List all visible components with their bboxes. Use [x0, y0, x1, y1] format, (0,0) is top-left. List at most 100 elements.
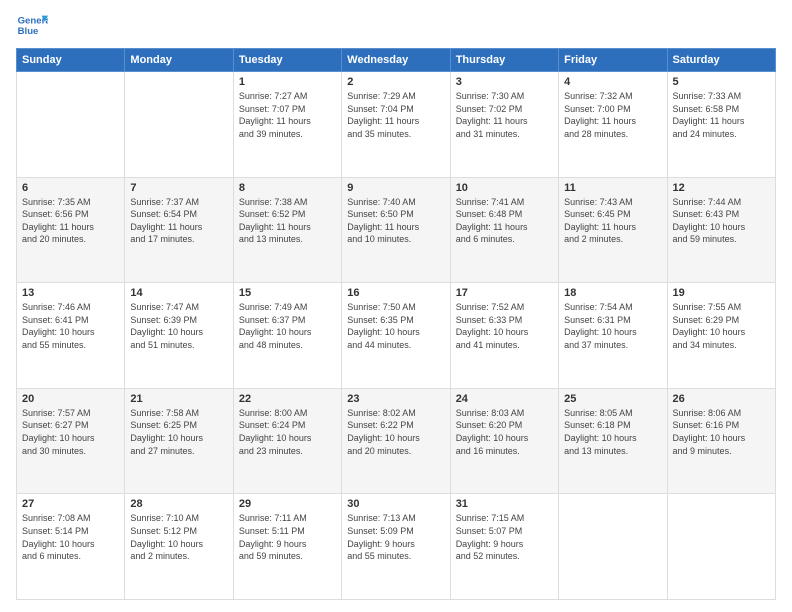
- calendar-cell: 17 Sunrise: 7:52 AM Sunset: 6:33 PM Dayli…: [450, 283, 558, 389]
- day-info: Sunrise: 7:27 AM Sunset: 7:07 PM Dayligh…: [239, 90, 336, 140]
- day-number: 10: [456, 182, 553, 194]
- day-info: Sunrise: 7:50 AM Sunset: 6:35 PM Dayligh…: [347, 301, 444, 351]
- day-number: 27: [22, 498, 119, 510]
- day-info: Sunrise: 8:06 AM Sunset: 6:16 PM Dayligh…: [673, 407, 770, 457]
- day-number: 9: [347, 182, 444, 194]
- day-number: 16: [347, 287, 444, 299]
- day-number: 29: [239, 498, 336, 510]
- calendar-cell: [559, 494, 667, 600]
- calendar-cell: 25 Sunrise: 8:05 AM Sunset: 6:18 PM Dayli…: [559, 388, 667, 494]
- day-number: 1: [239, 76, 336, 88]
- calendar-cell: 9 Sunrise: 7:40 AM Sunset: 6:50 PM Daylig…: [342, 177, 450, 283]
- calendar-cell: 22 Sunrise: 8:00 AM Sunset: 6:24 PM Dayli…: [233, 388, 341, 494]
- calendar-cell: 14 Sunrise: 7:47 AM Sunset: 6:39 PM Dayli…: [125, 283, 233, 389]
- day-number: 25: [564, 393, 661, 405]
- day-info: Sunrise: 7:35 AM Sunset: 6:56 PM Dayligh…: [22, 196, 119, 246]
- col-wednesday: Wednesday: [342, 49, 450, 72]
- day-info: Sunrise: 7:37 AM Sunset: 6:54 PM Dayligh…: [130, 196, 227, 246]
- calendar-cell: 13Sunrise: 7:46 AM Sunset: 6:41 PM Dayli…: [17, 283, 125, 389]
- svg-text:Blue: Blue: [18, 26, 39, 37]
- calendar-cell: 18Sunrise: 7:54 AM Sunset: 6:31 PM Dayli…: [559, 283, 667, 389]
- day-number: 24: [456, 393, 553, 405]
- day-number: 21: [130, 393, 227, 405]
- day-info: Sunrise: 7:08 AM Sunset: 5:14 PM Dayligh…: [22, 512, 119, 562]
- calendar-cell: 24 Sunrise: 8:03 AM Sunset: 6:20 PM Dayli…: [450, 388, 558, 494]
- calendar-cell: 10Sunrise: 7:41 AM Sunset: 6:48 PM Dayli…: [450, 177, 558, 283]
- page: General Blue Sunday Monday Tuesday Wedne…: [0, 0, 792, 612]
- calendar-cell: 7 Sunrise: 7:37 AM Sunset: 6:54 PM Daylig…: [125, 177, 233, 283]
- day-number: 23: [347, 393, 444, 405]
- calendar-cell: 8 Sunrise: 7:38 AM Sunset: 6:52 PM Daylig…: [233, 177, 341, 283]
- day-info: Sunrise: 8:00 AM Sunset: 6:24 PM Dayligh…: [239, 407, 336, 457]
- calendar-table: Sunday Monday Tuesday Wednesday Thursday…: [16, 48, 776, 600]
- calendar-cell: [17, 72, 125, 178]
- calendar-cell: 19Sunrise: 7:55 AM Sunset: 6:29 PM Dayli…: [667, 283, 775, 389]
- calendar-cell: 11 Sunrise: 7:43 AM Sunset: 6:45 PM Dayli…: [559, 177, 667, 283]
- calendar-cell: 26 Sunrise: 8:06 AM Sunset: 6:16 PM Dayli…: [667, 388, 775, 494]
- day-info: Sunrise: 7:30 AM Sunset: 7:02 PM Dayligh…: [456, 90, 553, 140]
- calendar-cell: 23 Sunrise: 8:02 AM Sunset: 6:22 PM Dayli…: [342, 388, 450, 494]
- day-number: 4: [564, 76, 661, 88]
- col-friday: Friday: [559, 49, 667, 72]
- calendar-cell: 12Sunrise: 7:44 AM Sunset: 6:43 PM Dayli…: [667, 177, 775, 283]
- day-info: Sunrise: 7:47 AM Sunset: 6:39 PM Dayligh…: [130, 301, 227, 351]
- calendar-cell: 21 Sunrise: 7:58 AM Sunset: 6:25 PM Dayli…: [125, 388, 233, 494]
- day-info: Sunrise: 7:43 AM Sunset: 6:45 PM Dayligh…: [564, 196, 661, 246]
- calendar-week-row: 13Sunrise: 7:46 AM Sunset: 6:41 PM Dayli…: [17, 283, 776, 389]
- logo-icon: General Blue: [16, 12, 48, 40]
- day-number: 26: [673, 393, 770, 405]
- day-info: Sunrise: 7:15 AM Sunset: 5:07 PM Dayligh…: [456, 512, 553, 562]
- col-monday: Monday: [125, 49, 233, 72]
- calendar-cell: 16 Sunrise: 7:50 AM Sunset: 6:35 PM Dayli…: [342, 283, 450, 389]
- day-number: 5: [673, 76, 770, 88]
- day-info: Sunrise: 7:55 AM Sunset: 6:29 PM Dayligh…: [673, 301, 770, 351]
- calendar-week-row: 27 Sunrise: 7:08 AM Sunset: 5:14 PM Dayli…: [17, 494, 776, 600]
- day-info: Sunrise: 7:29 AM Sunset: 7:04 PM Dayligh…: [347, 90, 444, 140]
- calendar-cell: 30Sunrise: 7:13 AM Sunset: 5:09 PM Dayli…: [342, 494, 450, 600]
- day-number: 18: [564, 287, 661, 299]
- day-number: 11: [564, 182, 661, 194]
- day-info: Sunrise: 7:52 AM Sunset: 6:33 PM Dayligh…: [456, 301, 553, 351]
- day-number: 7: [130, 182, 227, 194]
- logo: General Blue: [16, 12, 48, 40]
- calendar-week-row: 6 Sunrise: 7:35 AM Sunset: 6:56 PM Daylig…: [17, 177, 776, 283]
- day-number: 8: [239, 182, 336, 194]
- day-info: Sunrise: 7:58 AM Sunset: 6:25 PM Dayligh…: [130, 407, 227, 457]
- day-number: 17: [456, 287, 553, 299]
- day-info: Sunrise: 7:38 AM Sunset: 6:52 PM Dayligh…: [239, 196, 336, 246]
- calendar-cell: 29 Sunrise: 7:11 AM Sunset: 5:11 PM Dayli…: [233, 494, 341, 600]
- calendar-cell: 2Sunrise: 7:29 AM Sunset: 7:04 PM Daylig…: [342, 72, 450, 178]
- day-info: Sunrise: 7:49 AM Sunset: 6:37 PM Dayligh…: [239, 301, 336, 351]
- calendar-cell: 1 Sunrise: 7:27 AM Sunset: 7:07 PM Daylig…: [233, 72, 341, 178]
- day-number: 15: [239, 287, 336, 299]
- day-number: 31: [456, 498, 553, 510]
- calendar-cell: 31 Sunrise: 7:15 AM Sunset: 5:07 PM Dayli…: [450, 494, 558, 600]
- calendar-cell: 27 Sunrise: 7:08 AM Sunset: 5:14 PM Dayli…: [17, 494, 125, 600]
- day-info: Sunrise: 7:57 AM Sunset: 6:27 PM Dayligh…: [22, 407, 119, 457]
- day-number: 28: [130, 498, 227, 510]
- day-info: Sunrise: 7:11 AM Sunset: 5:11 PM Dayligh…: [239, 512, 336, 562]
- day-info: Sunrise: 7:32 AM Sunset: 7:00 PM Dayligh…: [564, 90, 661, 140]
- calendar-week-row: 1 Sunrise: 7:27 AM Sunset: 7:07 PM Daylig…: [17, 72, 776, 178]
- calendar-cell: 15 Sunrise: 7:49 AM Sunset: 6:37 PM Dayli…: [233, 283, 341, 389]
- day-info: Sunrise: 7:44 AM Sunset: 6:43 PM Dayligh…: [673, 196, 770, 246]
- day-number: 20: [22, 393, 119, 405]
- day-info: Sunrise: 8:02 AM Sunset: 6:22 PM Dayligh…: [347, 407, 444, 457]
- col-tuesday: Tuesday: [233, 49, 341, 72]
- day-info: Sunrise: 8:05 AM Sunset: 6:18 PM Dayligh…: [564, 407, 661, 457]
- day-number: 22: [239, 393, 336, 405]
- day-number: 6: [22, 182, 119, 194]
- calendar-cell: 4 Sunrise: 7:32 AM Sunset: 7:00 PM Daylig…: [559, 72, 667, 178]
- day-info: Sunrise: 7:13 AM Sunset: 5:09 PM Dayligh…: [347, 512, 444, 562]
- day-info: Sunrise: 7:46 AM Sunset: 6:41 PM Dayligh…: [22, 301, 119, 351]
- col-thursday: Thursday: [450, 49, 558, 72]
- day-info: Sunrise: 8:03 AM Sunset: 6:20 PM Dayligh…: [456, 407, 553, 457]
- calendar-header-row: Sunday Monday Tuesday Wednesday Thursday…: [17, 49, 776, 72]
- calendar-cell: 28Sunrise: 7:10 AM Sunset: 5:12 PM Dayli…: [125, 494, 233, 600]
- calendar-cell: [125, 72, 233, 178]
- day-info: Sunrise: 7:40 AM Sunset: 6:50 PM Dayligh…: [347, 196, 444, 246]
- day-info: Sunrise: 7:33 AM Sunset: 6:58 PM Dayligh…: [673, 90, 770, 140]
- day-number: 14: [130, 287, 227, 299]
- day-number: 3: [456, 76, 553, 88]
- header: General Blue: [16, 12, 776, 40]
